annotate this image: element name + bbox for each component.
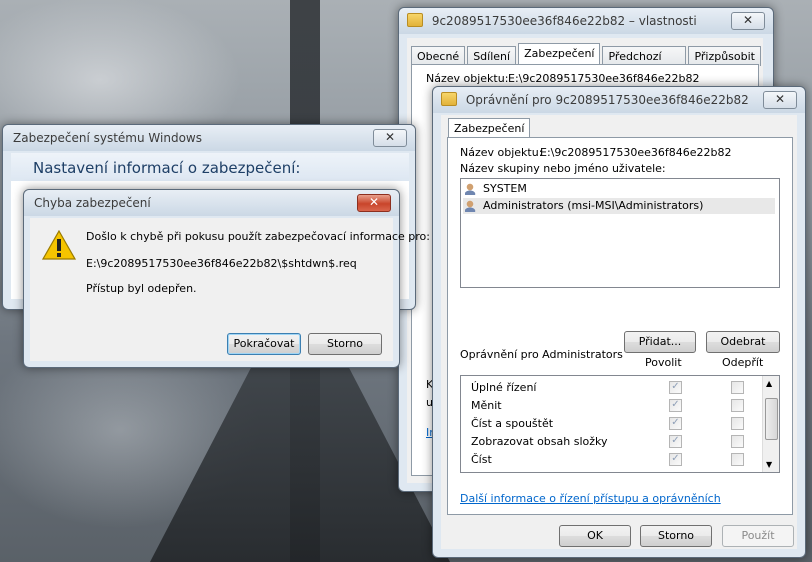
user-group-icon: [465, 200, 479, 212]
allow-checkbox[interactable]: ✓: [669, 453, 682, 466]
object-name-value: E:\9c2089517530ee36f846e22b82: [540, 146, 732, 159]
scrollbar-thumb[interactable]: [765, 398, 778, 440]
permission-name: Číst a spouštět: [471, 417, 554, 430]
allow-checkbox[interactable]: ✓: [669, 435, 682, 448]
properties-close-button[interactable]: ✕: [731, 12, 765, 30]
allow-header: Povolit: [645, 356, 682, 369]
permission-row: Zobrazovat obsah složky ✓: [461, 432, 761, 450]
windows-security-heading: Nastavení informací o zabezpečení:: [33, 159, 301, 177]
cancel-button[interactable]: Storno: [640, 525, 712, 547]
error-dialog-body: Došlo k chybě při pokusu použít zabezpeč…: [30, 218, 430, 361]
add-button[interactable]: Přidat...: [624, 331, 696, 353]
user-administrators: Administrators (msi-MSI\Administrators): [483, 199, 704, 212]
deny-checkbox[interactable]: [731, 417, 744, 430]
windows-security-titlebar: Zabezpečení systému Windows ✕: [3, 125, 415, 151]
tab-security[interactable]: Zabezpečení: [518, 43, 601, 66]
object-name-label: Název objektu:: [460, 146, 543, 159]
error-message-line1: Došlo k chybě při pokusu použít zabezpeč…: [86, 230, 430, 243]
permission-name: Zobrazovat obsah složky: [471, 435, 608, 448]
deny-checkbox[interactable]: [731, 381, 744, 394]
user-system: SYSTEM: [483, 182, 527, 195]
tab-previous-versions[interactable]: Předchozí verze: [602, 46, 687, 78]
folder-icon: [441, 92, 457, 106]
allow-checkbox[interactable]: ✓: [669, 381, 682, 394]
error-dialog: Chyba zabezpečení ✕ Došlo k chybě při po…: [23, 189, 430, 368]
warning-icon: [41, 229, 77, 260]
permission-row: Číst ✓: [461, 450, 761, 468]
error-dialog-titlebar: Chyba zabezpečení ✕: [24, 190, 399, 216]
permissions-window: Oprávnění pro 9c2089517530ee36f846e22b82…: [432, 86, 806, 558]
tab-customize[interactable]: Přizpůsobit: [688, 46, 761, 66]
permission-row: Úplné řízení ✓: [461, 378, 761, 396]
permissions-tab-panel: Název objektu: E:\9c2089517530ee36f846e2…: [447, 137, 793, 515]
error-close-button[interactable]: ✕: [357, 194, 391, 212]
scroll-down-arrow-icon[interactable]: ▼: [766, 460, 772, 469]
allow-checkbox[interactable]: ✓: [669, 417, 682, 430]
permission-row: Číst a spouštět ✓: [461, 414, 761, 432]
deny-checkbox[interactable]: [731, 435, 744, 448]
scrollbar[interactable]: ▲ ▼: [762, 376, 779, 472]
windows-security-header: Nastavení informací o zabezpečení:: [11, 153, 409, 181]
user-group-icon: [465, 183, 479, 195]
windows-security-close-button[interactable]: ✕: [373, 129, 407, 147]
ok-button[interactable]: OK: [559, 525, 631, 547]
deny-checkbox[interactable]: [731, 399, 744, 412]
properties-tabs: Obecné Sdílení Zabezpečení Předchozí ver…: [411, 43, 763, 78]
continue-button[interactable]: Pokračovat: [227, 333, 301, 355]
users-list[interactable]: SYSTEM Administrators (msi-MSI\Administr…: [460, 178, 780, 288]
permissions-body: Zabezpečení Název objektu: E:\9c20895175…: [441, 115, 797, 549]
properties-object-label: Název objektu:: [426, 72, 509, 85]
error-dialog-title: Chyba zabezpečení: [34, 196, 151, 210]
group-label: Název skupiny nebo jméno uživatele:: [460, 162, 666, 175]
properties-title: 9c2089517530ee36f846e22b82 – vlastnosti: [431, 14, 697, 28]
permissions-titlebar: Oprávnění pro 9c2089517530ee36f846e22b82…: [433, 87, 805, 113]
folder-icon: [407, 13, 423, 27]
list-item[interactable]: Administrators (msi-MSI\Administrators): [463, 198, 775, 214]
permission-name: Číst: [471, 453, 492, 466]
allow-checkbox[interactable]: ✓: [669, 399, 682, 412]
error-message-line2: Přístup byl odepřen.: [86, 282, 197, 295]
remove-button[interactable]: Odebrat: [706, 331, 780, 353]
list-item[interactable]: SYSTEM: [463, 181, 775, 197]
properties-object-value: E:\9c2089517530ee36f846e22b82: [508, 72, 700, 85]
tab-general[interactable]: Obecné: [411, 46, 466, 66]
info-link[interactable]: Další informace o řízení přístupu a oprá…: [460, 492, 721, 505]
permission-name: Měnit: [471, 399, 502, 412]
permissions-close-button[interactable]: ✕: [763, 91, 797, 109]
deny-header: Odepřít: [722, 356, 764, 369]
scroll-up-arrow-icon[interactable]: ▲: [766, 379, 772, 388]
permissions-list: Úplné řízení ✓ Měnit ✓ Číst a spouštět ✓…: [460, 375, 780, 473]
error-path: E:\9c2089517530ee36f846e22b82\$shtdwn$.r…: [86, 257, 357, 270]
permissions-title: Oprávnění pro 9c2089517530ee36f846e22b82: [465, 93, 749, 107]
permissions-for-label: Oprávnění pro Administrators: [460, 348, 623, 361]
windows-security-title: Zabezpečení systému Windows: [13, 131, 202, 145]
tab-sharing[interactable]: Sdílení: [467, 46, 517, 66]
apply-button[interactable]: Použít: [722, 525, 794, 547]
permission-row: Měnit ✓: [461, 396, 761, 414]
deny-checkbox[interactable]: [731, 453, 744, 466]
cancel-button[interactable]: Storno: [308, 333, 382, 355]
properties-titlebar: 9c2089517530ee36f846e22b82 – vlastnosti …: [399, 8, 773, 34]
permission-name: Úplné řízení: [471, 381, 537, 394]
